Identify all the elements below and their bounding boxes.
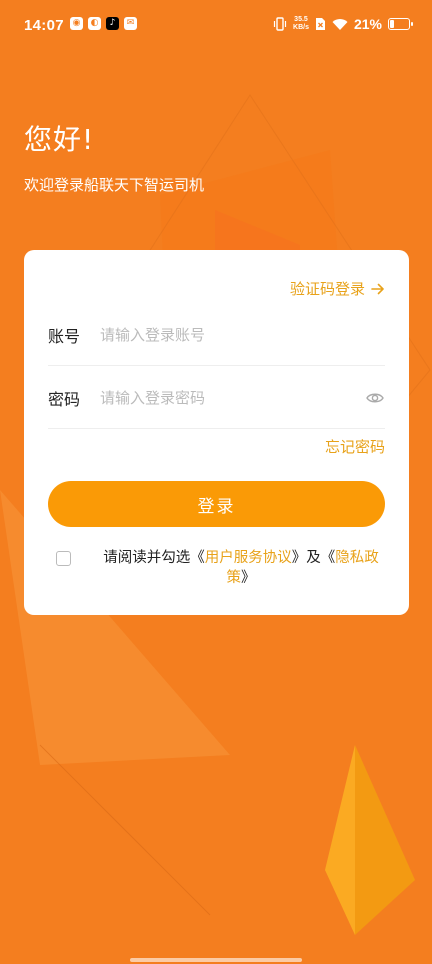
forgot-password-link[interactable]: 忘记密码 <box>325 436 385 457</box>
login-card: 验证码登录 账号 密码 忘记密码 登录 请阅读并勾选《用户服务协议》及《隐私政策… <box>24 250 409 615</box>
password-input[interactable] <box>100 388 365 407</box>
account-input[interactable] <box>100 325 385 344</box>
battery-percent: 21% <box>353 16 382 32</box>
agreement-checkbox[interactable] <box>56 551 71 566</box>
status-right: 35.5 KB/s 21% <box>273 16 413 32</box>
show-password-eye-icon[interactable] <box>365 388 385 408</box>
arrow-right-icon <box>371 283 384 294</box>
password-label: 密码 <box>48 389 81 409</box>
sms-login-label: 验证码登录 <box>289 280 365 298</box>
user-agreement-link[interactable]: 用户服务协议 <box>205 550 292 566</box>
no-sim-icon <box>315 18 325 30</box>
welcome-text: 欢迎登录船联天下智运司机 <box>24 176 205 194</box>
vibrate-icon <box>273 17 287 31</box>
account-row: 账号 <box>48 304 385 366</box>
greeting-title: 您好! <box>24 123 95 156</box>
sms-login-link[interactable]: 验证码登录 <box>290 278 385 299</box>
battery-fill <box>390 20 395 28</box>
net-speed: 35.5 KB/s <box>293 16 309 31</box>
agreement-text: 请阅读并勾选《用户服务协议》及《隐私政策》 <box>103 550 379 586</box>
mail-icon: ✉ <box>124 17 137 30</box>
weibo-icon: ◉ <box>70 17 83 30</box>
account-label: 账号 <box>48 326 81 346</box>
browser-icon: ◐ <box>88 17 101 30</box>
login-button[interactable]: 登录 <box>48 481 385 527</box>
notification-icons: ◉ ◐ ♪ ✉ <box>70 17 137 30</box>
status-time: 14:07 <box>24 17 64 34</box>
password-row: 密码 <box>48 367 385 429</box>
battery-icon <box>388 18 413 30</box>
wifi-icon <box>332 18 348 30</box>
home-indicator[interactable] <box>130 958 302 962</box>
status-bar: 14:07 ◉ ◐ ♪ ✉ 35.5 KB/s 21% <box>0 0 432 52</box>
tiktok-icon: ♪ <box>106 17 119 30</box>
